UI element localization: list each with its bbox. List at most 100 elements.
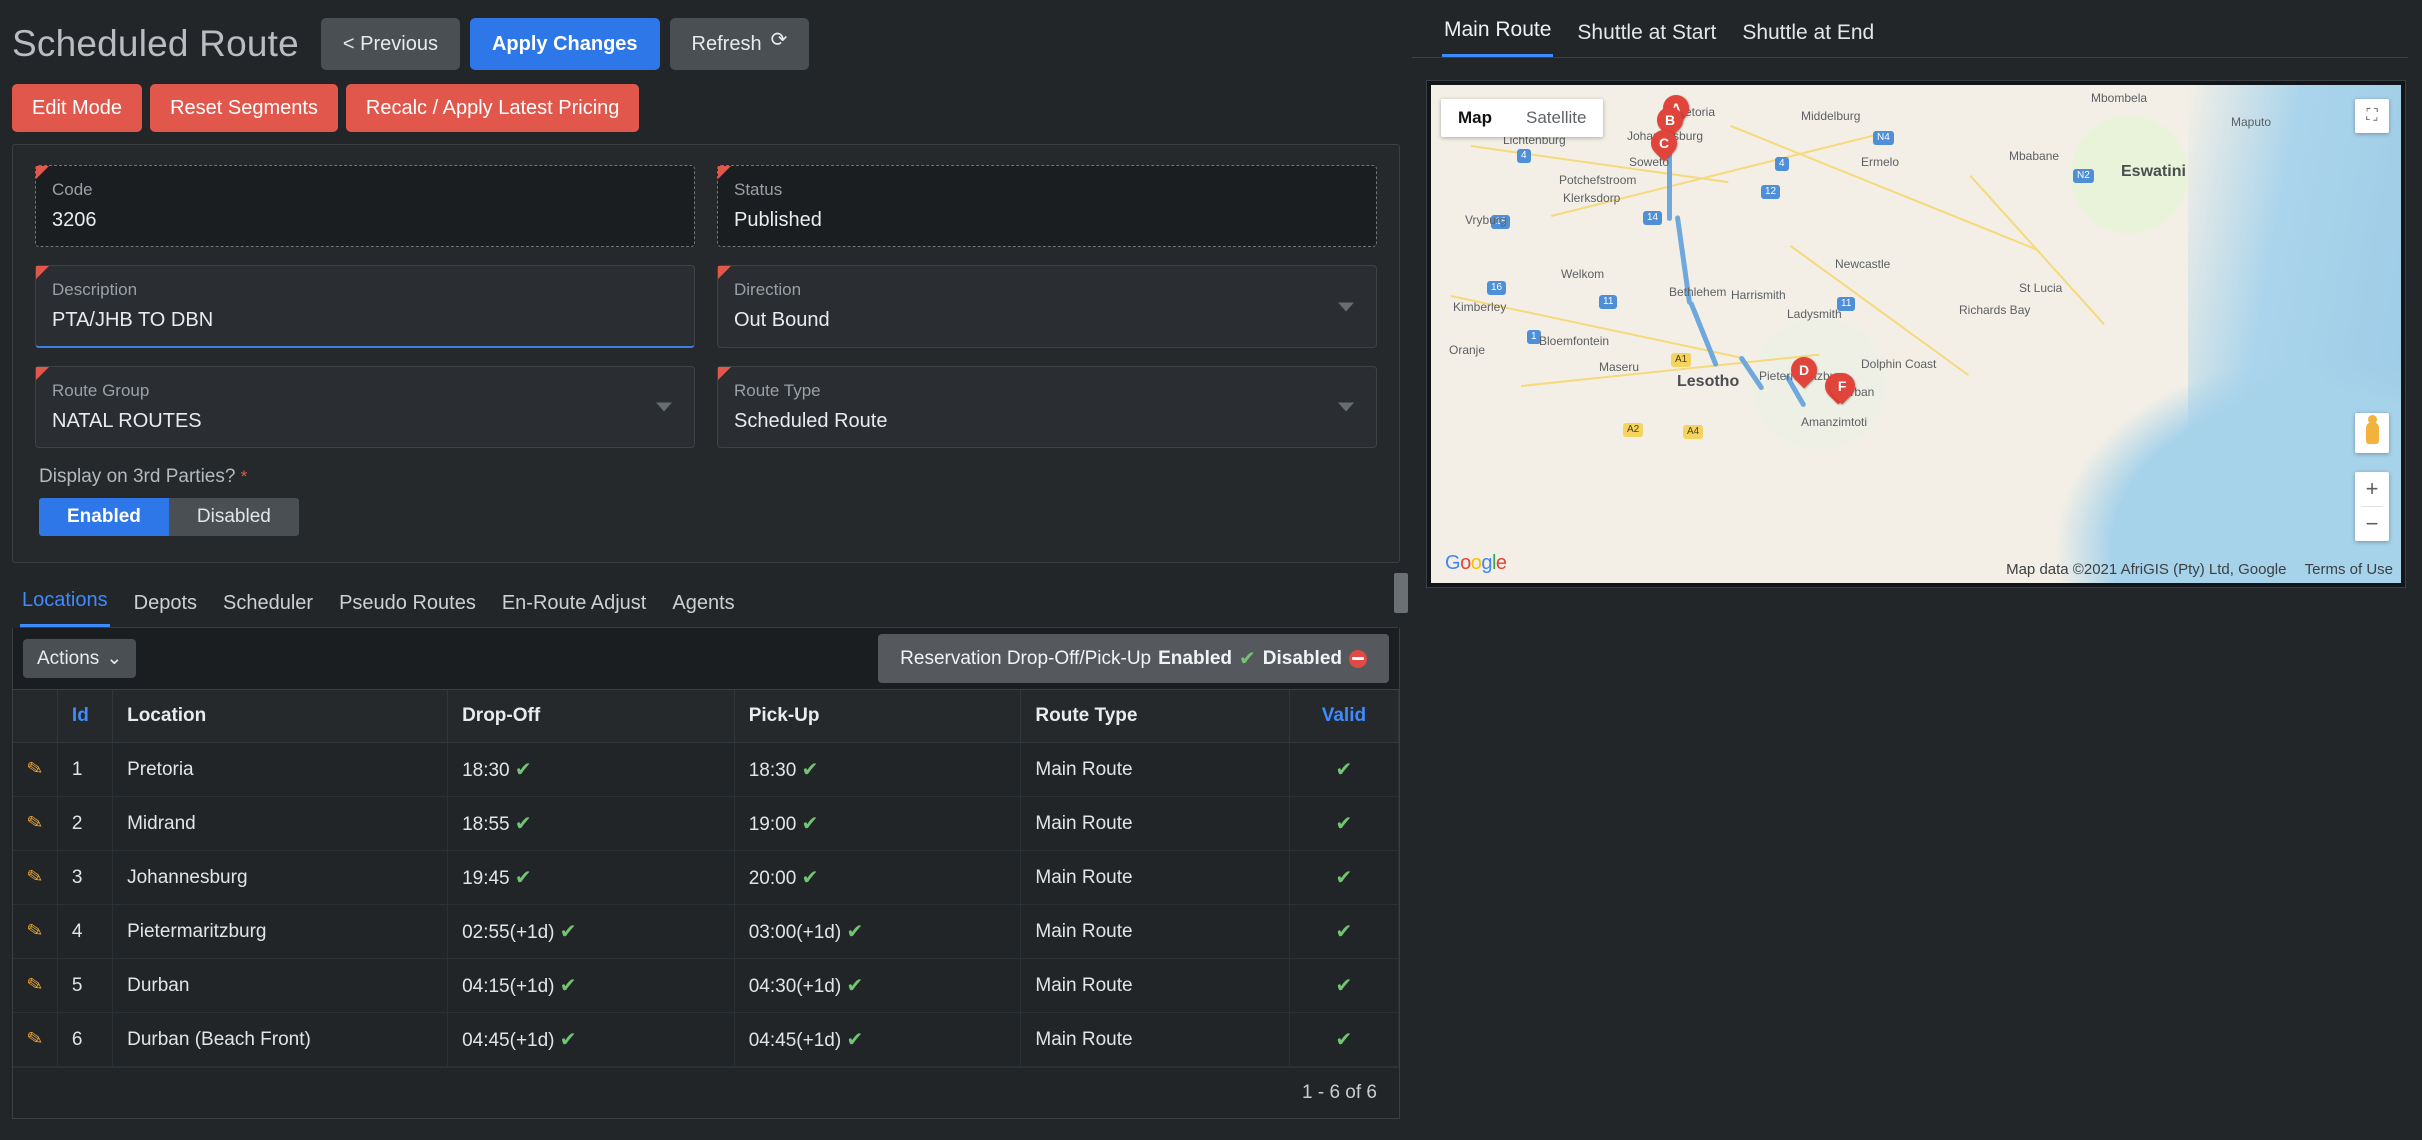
terms-of-use-link[interactable]: Terms of Use <box>2305 561 2393 578</box>
tabs-scroll-handle[interactable] <box>1394 573 1408 613</box>
edit-pencil-icon[interactable]: ✎ <box>25 973 45 998</box>
refresh-button[interactable]: Refresh ⟳ <box>670 18 810 70</box>
edit-pencil-icon[interactable]: ✎ <box>25 865 45 890</box>
previous-button[interactable]: < Previous <box>321 18 460 70</box>
highway-shield-icon: 14 <box>1643 211 1662 225</box>
edit-pencil-icon[interactable]: ✎ <box>25 919 45 944</box>
highway-shield-icon: A2 <box>1623 423 1643 437</box>
check-icon: ✔ <box>802 759 819 781</box>
map-canvas[interactable]: 4 4 12 14 18 16 11 1 11 N4 A1 A2 A4 N2 M… <box>1431 85 2401 583</box>
row-dropoff-cell: 19:45 ✔ <box>448 851 735 905</box>
recalc-pricing-button[interactable]: Recalc / Apply Latest Pricing <box>346 84 639 132</box>
map-type-control[interactable]: Map Satellite <box>1441 99 1603 137</box>
description-input[interactable]: PTA/JHB TO DBN <box>52 309 676 332</box>
highway-shield-icon: N2 <box>2073 169 2094 183</box>
edit-pencil-icon[interactable]: ✎ <box>25 1027 45 1052</box>
description-field[interactable]: Description PTA/JHB TO DBN <box>35 265 695 348</box>
map-type-map[interactable]: Map <box>1441 99 1509 137</box>
google-logo-letter: g <box>1481 552 1492 574</box>
reservation-legend-disabled: Disabled <box>1263 648 1342 670</box>
code-field: Code 3206 <box>35 165 695 247</box>
table-row[interactable]: ✎5Durban04:15(+1d) ✔04:30(+1d) ✔Main Rou… <box>13 959 1399 1013</box>
tab-shuttle-at-start[interactable]: Shuttle at Start <box>1575 17 1718 57</box>
toggle-option-disabled[interactable]: Disabled <box>169 498 299 536</box>
edit-pencil-icon[interactable]: ✎ <box>25 811 45 836</box>
check-icon: ✔ <box>1336 813 1353 835</box>
display-third-parties-toggle[interactable]: Enabled Disabled <box>39 498 299 536</box>
tab-pseudo-routes[interactable]: Pseudo Routes <box>337 588 478 627</box>
map-marker-label: D <box>1799 362 1809 378</box>
required-asterisk-icon: * <box>241 467 248 486</box>
column-header-valid[interactable]: Valid <box>1289 690 1398 743</box>
row-dropoff-time: 04:45(+1d) <box>462 1030 554 1051</box>
row-edit-cell[interactable]: ✎ <box>13 797 57 851</box>
row-route-type-cell: Main Route <box>1021 743 1289 797</box>
table-row[interactable]: ✎3Johannesburg19:45 ✔20:00 ✔Main Route✔ <box>13 851 1399 905</box>
recalc-pricing-label: Recalc / Apply Latest Pricing <box>366 97 619 119</box>
locations-grid: Id Location Drop-Off Pick-Up Route Type … <box>12 690 1400 1119</box>
row-route-type-cell: Main Route <box>1021 905 1289 959</box>
row-edit-cell[interactable]: ✎ <box>13 743 57 797</box>
description-label: Description <box>52 280 676 300</box>
map-place-label: Klerksdorp <box>1563 191 1620 205</box>
toggle-option-enabled[interactable]: Enabled <box>39 498 169 536</box>
column-header-id[interactable]: Id <box>57 690 112 743</box>
google-logo: Google <box>1445 552 1507 575</box>
table-row[interactable]: ✎2Midrand18:55 ✔19:00 ✔Main Route✔ <box>13 797 1399 851</box>
table-row[interactable]: ✎6Durban (Beach Front)04:45(+1d) ✔04:45(… <box>13 1013 1399 1067</box>
street-view-pegman-icon[interactable] <box>2355 413 2389 453</box>
map-place-label: Maputo <box>2231 115 2271 129</box>
column-header-pickup[interactable]: Pick-Up <box>734 690 1021 743</box>
map-marker-label: F <box>1838 378 1847 394</box>
column-header-edit[interactable] <box>13 690 57 743</box>
row-pickup-time: 04:45(+1d) <box>749 1030 841 1051</box>
tab-scheduler[interactable]: Scheduler <box>221 588 315 627</box>
row-location-cell: Durban (Beach Front) <box>113 1013 448 1067</box>
map-place-label: Kimberley <box>1453 300 1506 314</box>
edit-mode-button[interactable]: Edit Mode <box>12 84 142 132</box>
map-type-satellite[interactable]: Satellite <box>1509 99 1603 137</box>
check-icon: ✔ <box>846 921 863 943</box>
row-edit-cell[interactable]: ✎ <box>13 905 57 959</box>
highway-shield-icon: 4 <box>1517 149 1531 163</box>
tab-shuttle-at-end[interactable]: Shuttle at End <box>1740 17 1876 57</box>
edit-pencil-icon[interactable]: ✎ <box>25 757 45 782</box>
table-row[interactable]: ✎1Pretoria18:30 ✔18:30 ✔Main Route✔ <box>13 743 1399 797</box>
actions-dropdown-button[interactable]: Actions ⌄ <box>23 639 136 678</box>
row-edit-cell[interactable]: ✎ <box>13 1013 57 1067</box>
table-row[interactable]: ✎4Pietermaritzburg02:55(+1d) ✔03:00(+1d)… <box>13 905 1399 959</box>
reset-segments-button[interactable]: Reset Segments <box>150 84 338 132</box>
column-header-route-type[interactable]: Route Type <box>1021 690 1289 743</box>
map-zoom-control[interactable]: + − <box>2355 472 2389 541</box>
chevron-down-icon[interactable] <box>1338 403 1354 412</box>
apply-changes-button[interactable]: Apply Changes <box>470 18 660 70</box>
column-header-location[interactable]: Location <box>113 690 448 743</box>
row-edit-cell[interactable]: ✎ <box>13 851 57 905</box>
row-pickup-cell: 18:30 ✔ <box>734 743 1021 797</box>
page-title: Scheduled Route <box>12 23 299 65</box>
chevron-down-icon[interactable] <box>656 403 672 412</box>
chevron-down-icon[interactable] <box>1338 302 1354 311</box>
status-label: Status <box>734 180 1358 200</box>
zoom-out-button[interactable]: − <box>2355 507 2389 541</box>
direction-field[interactable]: Direction Out Bound <box>717 265 1377 348</box>
row-edit-cell[interactable]: ✎ <box>13 959 57 1013</box>
tab-en-route-adjust[interactable]: En-Route Adjust <box>500 588 649 627</box>
route-group-field[interactable]: Route Group NATAL ROUTES <box>35 366 695 448</box>
no-entry-icon <box>1349 650 1367 668</box>
actions-dropdown-label: Actions <box>37 648 99 670</box>
tab-locations[interactable]: Locations <box>20 585 110 627</box>
tab-agents[interactable]: Agents <box>670 588 736 627</box>
check-icon: ✔ <box>515 867 532 889</box>
tab-depots[interactable]: Depots <box>132 588 199 627</box>
route-type-field[interactable]: Route Type Scheduled Route <box>717 366 1377 448</box>
fullscreen-icon[interactable]: ⛶ <box>2355 99 2389 133</box>
column-header-dropoff[interactable]: Drop-Off <box>448 690 735 743</box>
row-valid-cell: ✔ <box>1289 959 1398 1013</box>
row-dropoff-cell: 18:55 ✔ <box>448 797 735 851</box>
edit-mode-label: Edit Mode <box>32 97 122 119</box>
map-place-label: Amanzimtoti <box>1801 415 1867 429</box>
tab-main-route[interactable]: Main Route <box>1442 14 1553 57</box>
zoom-in-button[interactable]: + <box>2355 472 2389 506</box>
row-valid-cell: ✔ <box>1289 743 1398 797</box>
